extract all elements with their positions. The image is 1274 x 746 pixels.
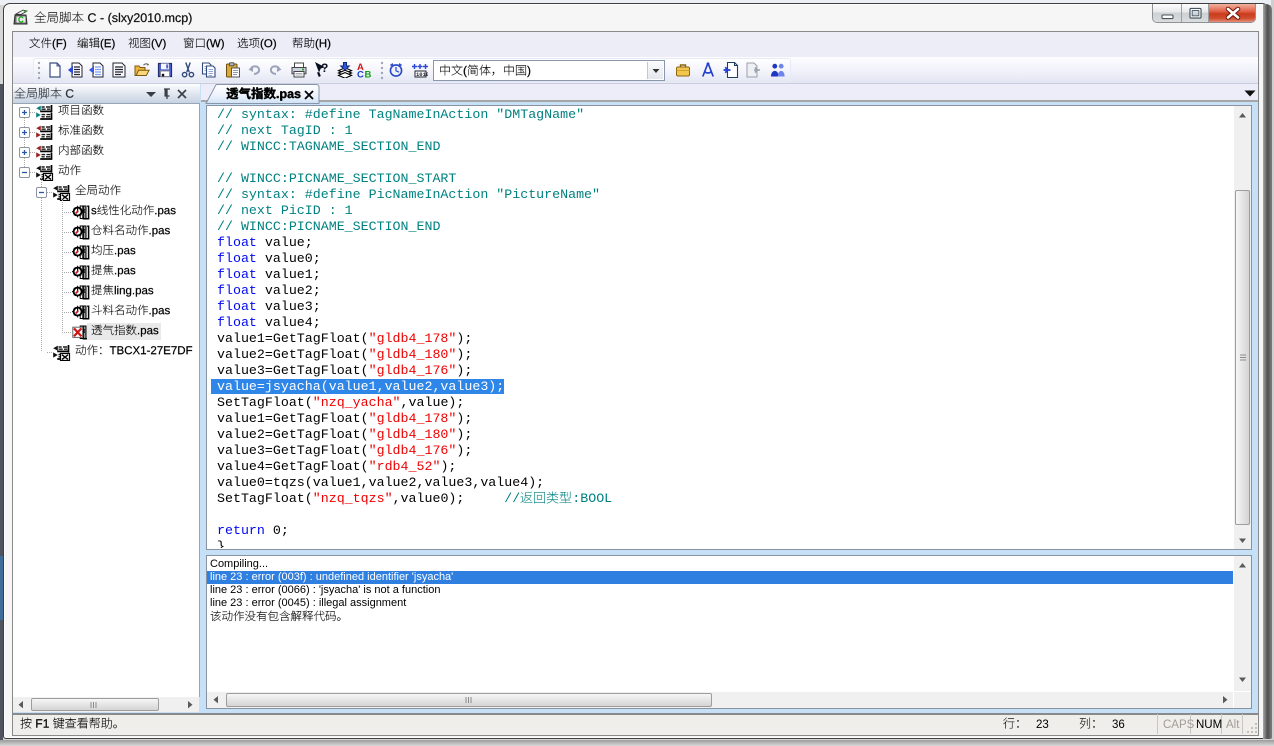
- svg-text:C: C: [18, 16, 24, 25]
- svg-text:C: C: [357, 70, 364, 79]
- svg-text:1010: 1010: [416, 71, 428, 78]
- svg-text:?: ?: [321, 62, 328, 75]
- svg-text:B: B: [365, 70, 372, 79]
